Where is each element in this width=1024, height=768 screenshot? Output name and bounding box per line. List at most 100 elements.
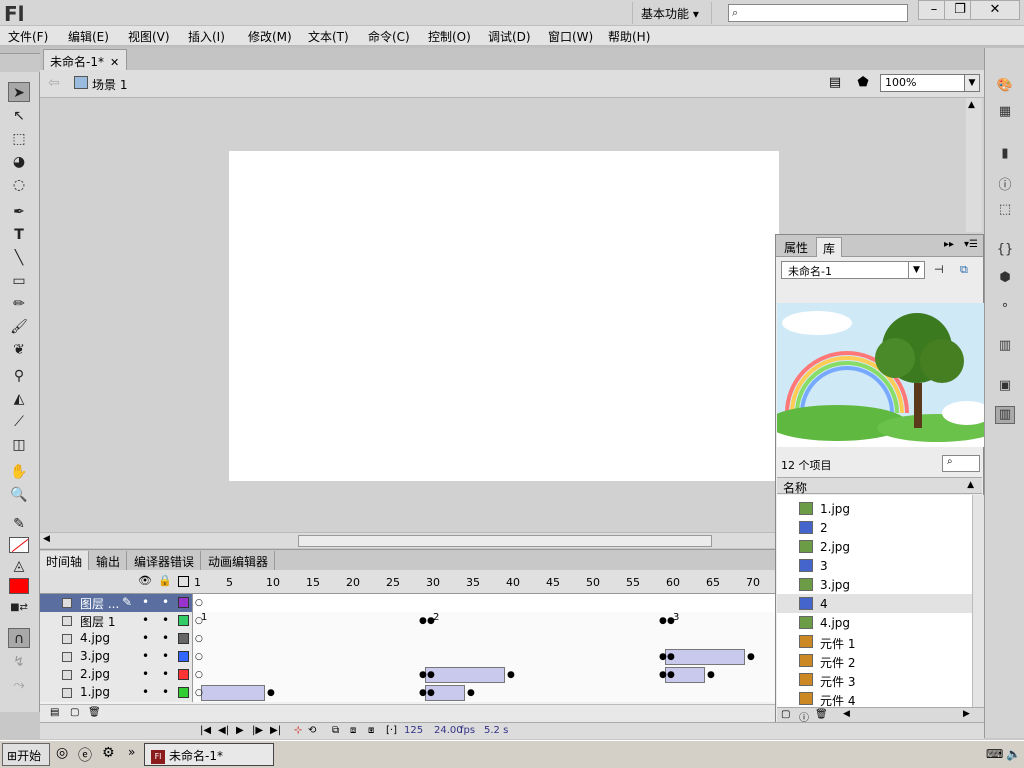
fill-color-swatch[interactable]	[9, 578, 29, 594]
paint-bucket-tool-icon[interactable]: ◭	[8, 389, 30, 409]
loop-icon[interactable]: ⟲	[308, 725, 316, 736]
components-icon[interactable]: ⬢	[995, 270, 1015, 288]
timeline-layer[interactable]: 4.jpg • • ○	[40, 630, 775, 648]
panel-collapse-icon[interactable]: ▸▸	[944, 239, 954, 250]
menu-modify[interactable]: 修改(M)	[248, 28, 292, 45]
layer-frames[interactable]: ○ ● ● ● ● ● ●	[193, 666, 775, 684]
lock-dot[interactable]: •	[162, 649, 169, 663]
keyframe-marker[interactable]: ●	[419, 670, 427, 680]
new-library-panel-icon[interactable]: ⧉	[960, 263, 968, 277]
timeline-layer[interactable]: 2.jpg • • ○ ● ● ● ● ● ●	[40, 666, 775, 684]
scroll-left-icon[interactable]: ◀	[43, 534, 50, 544]
new-layer-icon[interactable]: ▤	[50, 707, 59, 718]
menu-control[interactable]: 控制(O)	[428, 28, 471, 45]
zoom-tool-icon[interactable]: 🔍	[8, 485, 30, 505]
volume-icon[interactable]: 🔈	[1006, 747, 1021, 761]
close-button[interactable]: ✕	[970, 0, 1020, 20]
info-panel-icon[interactable]: ⓘ	[995, 174, 1015, 193]
lock-dot[interactable]: •	[162, 595, 169, 609]
modify-markers-icon[interactable]: [·]	[386, 725, 397, 736]
settings-icon[interactable]: ⚙	[102, 745, 115, 761]
layer-color-swatch[interactable]	[178, 651, 189, 662]
library-item[interactable]: 1.jpg	[777, 499, 972, 518]
scroll-up-icon[interactable]: ▲	[968, 100, 975, 110]
visibility-dot[interactable]: •	[142, 595, 149, 609]
lock-icon[interactable]: 🔒	[158, 574, 172, 587]
layer-frames[interactable]: ○	[193, 594, 775, 612]
transform-panel-icon[interactable]: ⬚	[995, 202, 1015, 220]
fill-color-icon[interactable]: ◬	[8, 556, 30, 576]
menu-insert[interactable]: 插入(I)	[188, 28, 225, 45]
document-tab[interactable]: 未命名-1* ✕	[43, 49, 127, 70]
menu-file[interactable]: 文件(F)	[8, 28, 48, 45]
layer-name-cell[interactable]: 图层 ... ✎ • •	[40, 594, 193, 612]
smooth-icon[interactable]: ↯	[8, 652, 30, 672]
menu-text[interactable]: 文本(T)	[308, 28, 349, 45]
taskbar-window-button[interactable]: Fl 未命名-1*	[144, 743, 274, 766]
keyframe-marker[interactable]: ○	[195, 634, 203, 644]
delete-layer-icon[interactable]: 🗑	[88, 707, 101, 718]
new-folder-icon[interactable]: ▢	[781, 709, 790, 720]
keyframe-marker[interactable]: ●	[659, 670, 667, 680]
chrome-icon[interactable]: ◎	[56, 745, 68, 761]
stroke-color-icon[interactable]: ✎	[8, 514, 30, 534]
tab-library[interactable]: 库	[816, 237, 843, 257]
tab-output[interactable]: 输出	[90, 551, 128, 570]
onion-outline-icon[interactable]: ⧈	[350, 725, 356, 736]
more-quicklaunch[interactable]: »	[128, 745, 135, 759]
properties-panel-icon[interactable]: ▣	[995, 378, 1015, 396]
library-item[interactable]: 元件 1	[777, 632, 972, 651]
layer-frames[interactable]: ○ ● ● ●	[193, 648, 775, 666]
trash-icon[interactable]: 🗑	[815, 709, 828, 720]
visibility-dot[interactable]: •	[142, 649, 149, 663]
color-panel-icon[interactable]: 🎨	[995, 78, 1015, 96]
menu-debug[interactable]: 调试(D)	[488, 28, 531, 45]
motion-tween[interactable]	[201, 685, 265, 701]
visibility-dot[interactable]: •	[142, 685, 149, 699]
timeline-layer[interactable]: 3.jpg • • ○ ● ● ●	[40, 648, 775, 666]
tab-timeline[interactable]: 时间轴	[40, 551, 90, 570]
rectangle-tool-icon[interactable]: ▭	[8, 271, 30, 291]
deco-tool-icon[interactable]: ❦	[8, 340, 30, 360]
tab-motion-editor[interactable]: 动画编辑器	[202, 551, 276, 570]
library-panel-icon[interactable]: ▥	[995, 406, 1015, 424]
3d-rotation-tool-icon[interactable]: ◕	[8, 152, 30, 172]
edit-symbols-icon[interactable]: ⬟	[854, 75, 872, 93]
keyboard-icon[interactable]: ⌨	[986, 747, 1003, 761]
keyframe-marker[interactable]: ●	[427, 688, 435, 698]
keyframe-marker[interactable]: ●	[427, 670, 435, 680]
project-panel-icon[interactable]: ▥	[995, 338, 1015, 356]
library-item[interactable]: 元件 4	[777, 689, 972, 707]
scroll-right-icon[interactable]: ▶	[963, 709, 970, 719]
eraser-tool-icon[interactable]: ◫	[8, 435, 30, 455]
keyframe-marker[interactable]: ●	[659, 616, 667, 626]
selection-tool-icon[interactable]: ➤	[8, 82, 30, 102]
next-frame-icon[interactable]: |▶	[252, 725, 263, 736]
library-search-input[interactable]: ⌕	[942, 455, 980, 472]
tab-properties[interactable]: 属性	[778, 237, 814, 257]
free-transform-tool-icon[interactable]: ⬚	[8, 129, 30, 149]
keyframe-marker[interactable]: ●	[659, 652, 667, 662]
frame-rate[interactable]: 24.00	[434, 725, 463, 736]
library-item[interactable]: 3	[777, 556, 972, 575]
visibility-dot[interactable]: •	[142, 613, 149, 627]
help-search-input[interactable]: ⌕	[728, 4, 908, 22]
layer-color-swatch[interactable]	[178, 633, 189, 644]
edit-multiple-frames-icon[interactable]: ⧆	[368, 725, 374, 736]
layer-frames[interactable]: ○ ● ● ● ●	[193, 684, 775, 702]
timeline-layer[interactable]: 图层 1 • • ○ ● ● ● ● 1 2 3	[40, 612, 775, 630]
keyframe-marker[interactable]: ●	[667, 670, 675, 680]
straighten-icon[interactable]: ⤳	[8, 675, 30, 695]
library-item[interactable]: 3.jpg	[777, 575, 972, 594]
pin-library-icon[interactable]: ⊣	[934, 263, 944, 276]
stroke-color-swatch[interactable]	[9, 537, 29, 553]
menu-edit[interactable]: 编辑(E)	[68, 28, 109, 45]
library-item[interactable]: 2.jpg	[777, 537, 972, 556]
last-frame-icon[interactable]: ▶|	[270, 725, 281, 736]
layer-name-cell[interactable]: 图层 1 • •	[40, 612, 193, 630]
keyframe-marker[interactable]: ●	[507, 670, 515, 680]
start-button[interactable]: ⊞开始	[2, 743, 50, 766]
library-document-select[interactable]: 未命名-1 ▼	[781, 261, 925, 279]
bone-tool-icon[interactable]: ⚲	[8, 366, 30, 386]
keyframe-marker[interactable]: ●	[747, 652, 755, 662]
